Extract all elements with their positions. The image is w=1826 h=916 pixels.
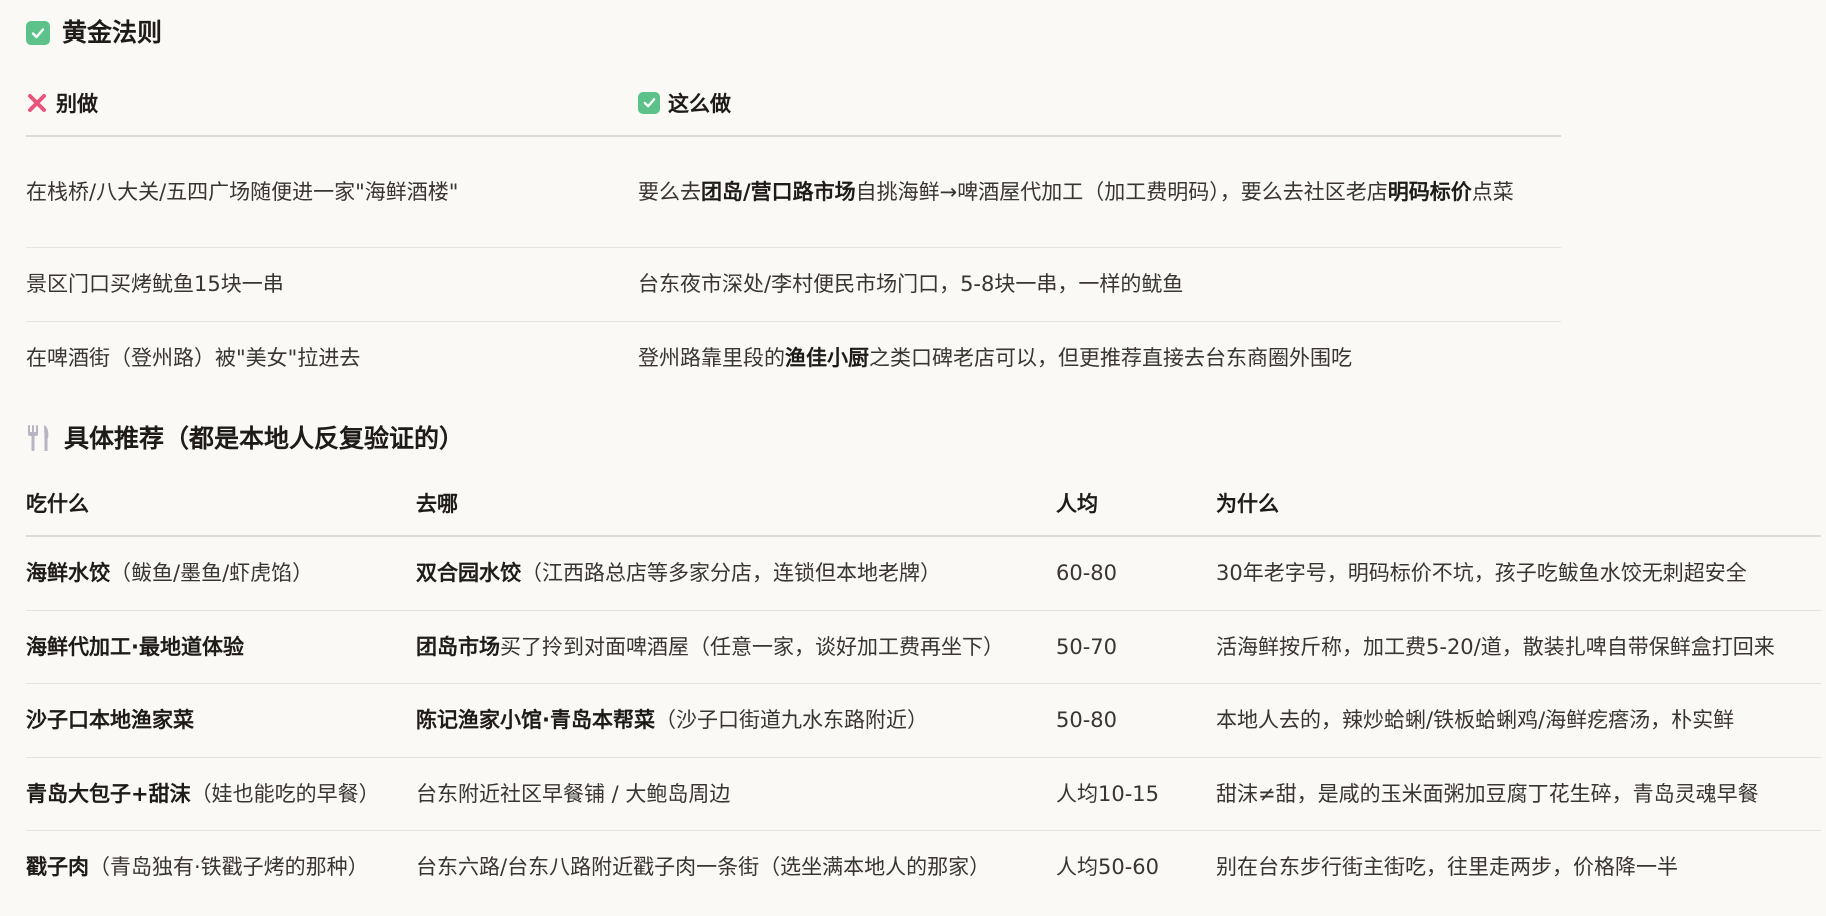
table-row: 在啤酒街（登州路）被"美女"拉进去 登州路靠里段的渔佳小厨之类口碑老店可以，但更… (26, 321, 1561, 395)
bold-segment: 海鲜代加工·最地道体验 (26, 634, 244, 659)
where-cell: 台东附近社区早餐铺 / 大鲍岛周边 (416, 757, 1056, 830)
table-row: 沙子口本地渔家菜 陈记渔家小馆·青岛本帮菜（沙子口街道九水东路附近） 50-80… (26, 683, 1821, 757)
where-cell: 团岛市场买了拎到对面啤酒屋（任意一家，谈好加工费再坐下） (416, 610, 1056, 683)
what-cell: 海鲜代加工·最地道体验 (26, 610, 416, 683)
where-cell: 陈记渔家小馆·青岛本帮菜（沙子口街道九水东路附近） (416, 683, 1056, 757)
price-cell: 50-80 (1056, 708, 1118, 732)
price-cell: 50-70 (1056, 634, 1118, 659)
price-cell: 人均10-15 (1056, 781, 1160, 806)
bold-segment: 沙子口本地渔家菜 (26, 708, 194, 732)
check-icon (26, 20, 50, 45)
bold-segment: 青岛大包子+甜沫 (26, 781, 191, 806)
bold-segment: 海鲜水饺 (26, 561, 110, 586)
table-row: 海鲜水饺（鲅鱼/墨鱼/虾虎馅） 双合园水饺（江西路总店等多家分店，连锁但本地老牌… (26, 536, 1821, 610)
what-cell: 青岛大包子+甜沫（娃也能吃的早餐） (26, 757, 416, 830)
header-dont: 别做 (26, 70, 638, 136)
section-title: 具体推荐（都是本地人反复验证的） (64, 423, 465, 453)
text-segment: 要么去 (638, 179, 701, 204)
header-do: 这么做 (638, 70, 1561, 136)
table-row: 青岛大包子+甜沫（娃也能吃的早餐） 台东附近社区早餐铺 / 大鲍岛周边 人均10… (26, 757, 1821, 830)
text-segment: （青岛独有·铁戳子烤的那种） (89, 855, 369, 880)
do-cell: 登州路靠里段的渔佳小厨之类口碑老店可以，但更推荐直接去台东商圈外围吃 (638, 321, 1561, 395)
why-cell: 甜沫≠甜，是咸的玉米面粥加豆腐丁花生碎，青岛灵魂早餐 (1216, 781, 1759, 806)
bold-segment: 团岛/营口路市场 (701, 179, 856, 204)
do-cell: 台东夜市深处/李村便民市场门口，5-8块一串，一样的鱿鱼 (638, 247, 1561, 321)
why-cell: 活海鲜按斤称，加工费5-20/道，散装扎啤自带保鲜盒打回来 (1216, 634, 1775, 659)
do-cell: 要么去团岛/营口路市场自挑海鲜→啤酒屋代加工（加工费明码），要么去社区老店明码标… (638, 136, 1561, 247)
price-cell: 人均50-60 (1056, 855, 1160, 880)
section-title: 黄金法则 (62, 18, 163, 47)
section-heading-recommendations: 具体推荐（都是本地人反复验证的） (26, 424, 464, 452)
text-segment: （江西路总店等多家分店，连锁但本地老牌） (521, 561, 941, 586)
dont-cell: 在啤酒街（登州路）被"美女"拉进去 (26, 346, 361, 371)
text-segment: 自挑海鲜→啤酒屋代加工（加工费明码），要么去社区老店 (855, 179, 1388, 204)
text-segment: 登州路靠里段的 (638, 346, 785, 371)
what-cell: 沙子口本地渔家菜 (26, 683, 416, 757)
table-row: 戳子肉（青岛独有·铁戳子烤的那种） 台东六路/台东八路附近戳子肉一条街（选坐满本… (26, 830, 1821, 904)
bold-segment: 陈记渔家小馆·青岛本帮菜 (416, 708, 655, 732)
table-header-row: 别做 这么做 (26, 70, 1561, 136)
header-where: 去哪 (416, 491, 458, 516)
why-cell: 本地人去的，辣炒蛤蜊/铁板蛤蜊鸡/海鲜疙瘩汤，朴实鲜 (1216, 708, 1735, 732)
golden-rules-table: 别做 这么做 在栈桥/八大关/五四广场随便进一家"海鲜酒楼" 要么去团岛/营口路… (26, 70, 1561, 395)
text-segment: 买了拎到对面啤酒屋（任意一家，谈好加工费再坐下） (500, 634, 1004, 659)
header-why: 为什么 (1216, 491, 1279, 516)
dont-cell: 在栈桥/八大关/五四广场随便进一家"海鲜酒楼" (26, 179, 459, 204)
what-cell: 戳子肉（青岛独有·铁戳子烤的那种） (26, 830, 416, 904)
text-segment: 台东六路/台东八路附近戳子肉一条街（选坐满本地人的那家） (416, 855, 991, 880)
header-what: 吃什么 (26, 491, 89, 516)
text-segment: （娃也能吃的早餐） (190, 781, 380, 806)
table-row: 海鲜代加工·最地道体验 团岛市场买了拎到对面啤酒屋（任意一家，谈好加工费再坐下）… (26, 610, 1821, 683)
price-cell: 60-80 (1056, 561, 1118, 586)
text-segment: （鲅鱼/墨鱼/虾虎馅） (110, 561, 314, 586)
bold-segment: 渔佳小厨 (785, 346, 869, 371)
table-row: 景区门口买烤鱿鱼15块一串 台东夜市深处/李村便民市场门口，5-8块一串，一样的… (26, 247, 1561, 321)
text-segment: 台东附近社区早餐铺 / 大鲍岛周边 (416, 781, 731, 806)
where-cell: 双合园水饺（江西路总店等多家分店，连锁但本地老牌） (416, 536, 1056, 610)
text-segment: （沙子口街道九水东路附近） (654, 708, 928, 732)
cross-icon (26, 92, 48, 114)
header-label: 这么做 (668, 91, 731, 116)
table-row: 在栈桥/八大关/五四广场随便进一家"海鲜酒楼" 要么去团岛/营口路市场自挑海鲜→… (26, 136, 1561, 247)
where-cell: 台东六路/台东八路附近戳子肉一条街（选坐满本地人的那家） (416, 830, 1056, 904)
why-cell: 30年老字号，明码标价不坑，孩子吃鲅鱼水饺无刺超安全 (1216, 561, 1747, 586)
text-segment: 台东夜市深处/李村便民市场门口，5-8块一串，一样的鱿鱼 (638, 272, 1184, 296)
why-cell: 别在台东步行街主街吃，往里走两步，价格降一半 (1216, 855, 1678, 880)
header-label: 别做 (56, 91, 98, 116)
recommendations-table: 吃什么 去哪 人均 为什么 海鲜水饺（鲅鱼/墨鱼/虾虎馅） 双合园水饺（江西路总… (26, 470, 1821, 904)
text-segment: 之类口碑老店可以，但更推荐直接去台东商圈外围吃 (869, 346, 1352, 371)
text-segment: 点菜 (1471, 179, 1514, 204)
section-heading-golden-rules: 黄金法则 (26, 20, 162, 45)
bold-segment: 戳子肉 (26, 855, 89, 880)
check-icon (638, 91, 660, 114)
fork-knife-icon (26, 424, 52, 452)
bold-segment: 团岛市场 (416, 634, 500, 659)
what-cell: 海鲜水饺（鲅鱼/墨鱼/虾虎馅） (26, 536, 416, 610)
bold-segment: 双合园水饺 (416, 561, 521, 586)
bold-segment: 明码标价 (1387, 179, 1472, 204)
table-header-row: 吃什么 去哪 人均 为什么 (26, 470, 1821, 536)
header-price: 人均 (1056, 491, 1098, 516)
dont-cell: 景区门口买烤鱿鱼15块一串 (26, 272, 284, 296)
